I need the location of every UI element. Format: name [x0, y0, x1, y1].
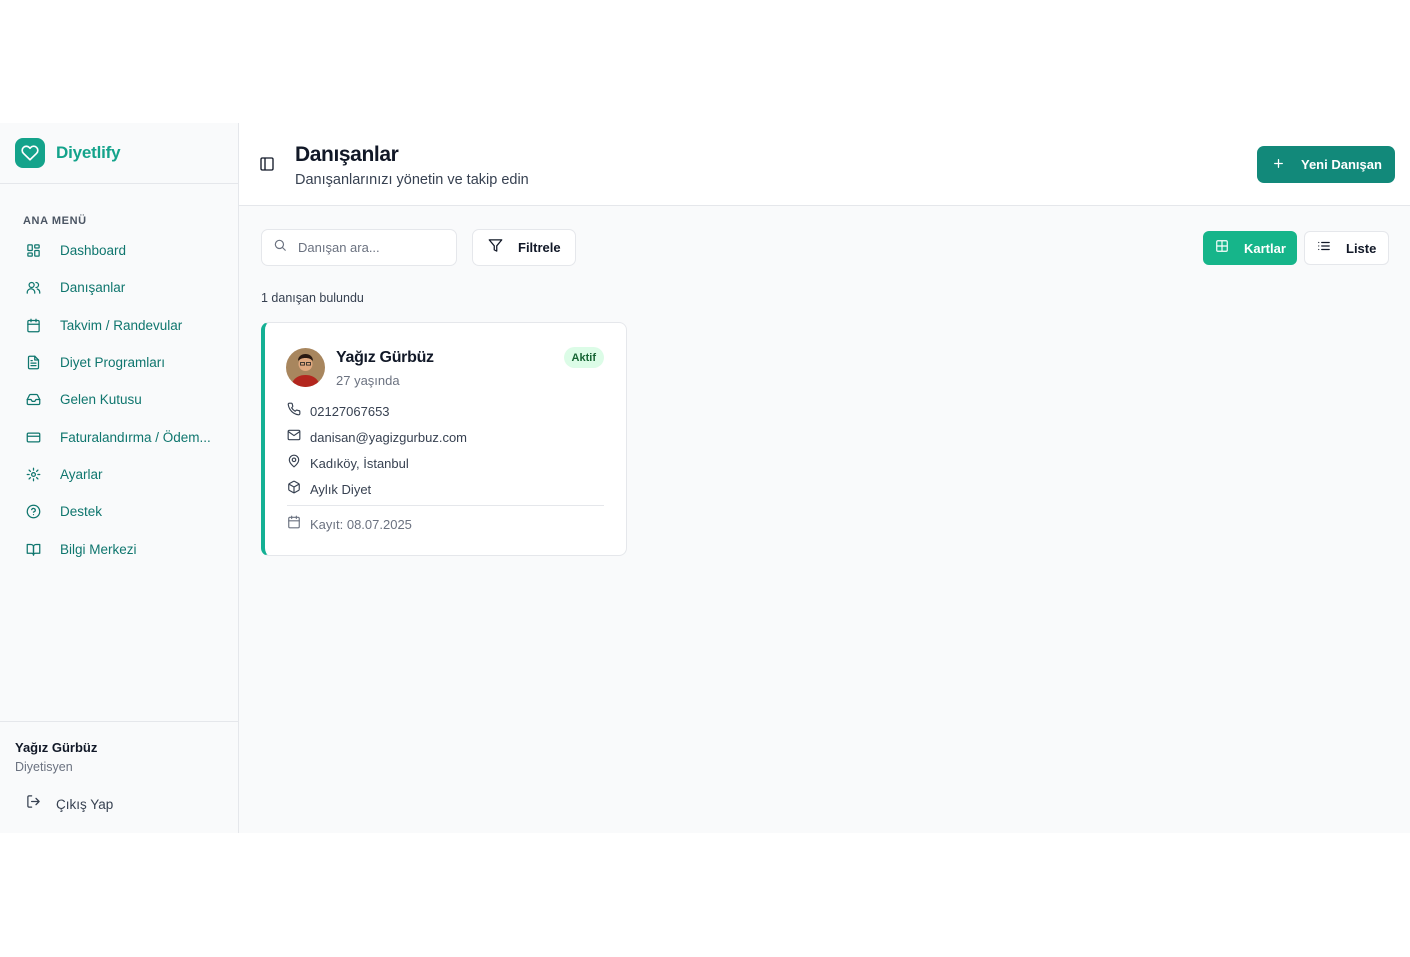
main-menu: Dashboard Danışanlar Takvim / Randevular…	[0, 232, 238, 568]
client-age: 27 yaşında	[336, 373, 400, 388]
sidebar-item-label: Dashboard	[60, 243, 127, 259]
sidebar-item-label: Takvim / Randevular	[60, 317, 183, 333]
card-divider	[287, 505, 604, 506]
new-client-button[interactable]: Yeni Danışan	[1257, 146, 1395, 183]
view-list-button[interactable]: Liste	[1304, 231, 1389, 265]
map-pin-icon	[287, 454, 301, 473]
gear-icon	[26, 467, 41, 482]
sidebar-item-label: Destek	[60, 504, 103, 520]
page-subtitle: Danışanlarınızı yönetin ve takip edin	[295, 172, 529, 188]
client-phone-row: 02127067653	[287, 402, 390, 421]
sidebar-footer: Yağız Gürbüz Diyetisyen Çıkış Yap	[0, 721, 238, 833]
grid-icon	[1215, 239, 1229, 258]
inbox-icon	[26, 392, 41, 407]
client-location: Kadıköy, İstanbul	[310, 456, 409, 471]
client-phone: 02127067653	[310, 404, 390, 419]
view-cards-label: Kartlar	[1244, 240, 1286, 256]
sidebar-item-calendar[interactable]: Takvim / Randevular	[0, 307, 238, 344]
client-name: Yağız Gürbüz	[336, 349, 434, 366]
sidebar-item-label: Diyet Programları	[60, 355, 166, 371]
user-role: Diyetisyen	[15, 760, 73, 774]
view-cards-button[interactable]: Kartlar	[1203, 231, 1297, 265]
package-icon	[287, 480, 301, 499]
sidebar-item-dashboard[interactable]: Dashboard	[0, 232, 238, 269]
client-email: danisan@yagizgurbuz.com	[310, 430, 468, 445]
client-package-row: Aylık Diyet	[287, 480, 371, 499]
mail-icon	[287, 428, 301, 447]
sidebar-item-diet-programs[interactable]: Diyet Programları	[0, 344, 238, 381]
filter-label: Filtrele	[518, 240, 561, 255]
status-badge: Aktif	[563, 347, 604, 368]
new-client-label: Yeni Danışan	[1301, 157, 1382, 172]
dashboard-icon	[26, 243, 41, 258]
users-icon	[26, 280, 41, 295]
sidebar-item-support[interactable]: Destek	[0, 493, 238, 530]
plus-icon	[1272, 157, 1285, 173]
brand[interactable]: Diyetlify	[0, 123, 238, 184]
sidebar-item-settings[interactable]: Ayarlar	[0, 456, 238, 493]
client-email-row: danisan@yagizgurbuz.com	[287, 428, 467, 447]
user-name: Yağız Gürbüz	[15, 740, 98, 755]
search-input[interactable]	[298, 240, 438, 255]
view-list-label: Liste	[1346, 240, 1377, 256]
search-icon	[273, 238, 287, 257]
logout-button[interactable]: Çıkış Yap	[26, 794, 238, 814]
sidebar-item-label: Gelen Kutusu	[60, 392, 142, 408]
brand-name: Diyetlify	[56, 143, 121, 162]
sidebar: Diyetlify ANA MENÜ Dashboard Danışanlar	[0, 123, 239, 833]
sidebar-item-label: Danışanlar	[60, 280, 126, 296]
search-box[interactable]	[261, 229, 457, 266]
list-icon	[1317, 239, 1331, 258]
menu-section-title: ANA MENÜ	[23, 215, 87, 227]
calendar-icon	[287, 515, 301, 534]
results-count: 1 danışan bulundu	[261, 291, 364, 305]
main-content: Danışanlar Danışanlarınızı yönetin ve ta…	[239, 123, 1410, 833]
sidebar-item-label: Bilgi Merkezi	[60, 541, 137, 557]
sidebar-item-inbox[interactable]: Gelen Kutusu	[0, 381, 238, 418]
logout-icon	[26, 794, 41, 814]
toolbar: Filtrele Kartlar Liste	[261, 229, 1389, 266]
book-icon	[26, 542, 41, 557]
client-registered-date: Kayıt: 08.07.2025	[310, 517, 412, 532]
client-package: Aylık Diyet	[310, 482, 372, 497]
credit-card-icon	[26, 430, 41, 445]
heart-logo-icon	[15, 138, 45, 168]
client-avatar	[286, 348, 325, 387]
client-card[interactable]: Yağız Gürbüz 27 yaşında Aktif 0212706765…	[261, 322, 627, 556]
client-location-row: Kadıköy, İstanbul	[287, 454, 409, 473]
sidebar-item-clients[interactable]: Danışanlar	[0, 269, 238, 306]
filter-icon	[488, 238, 503, 258]
logout-label: Çıkış Yap	[56, 796, 114, 812]
sidebar-item-knowledge-center[interactable]: Bilgi Merkezi	[0, 530, 238, 567]
sidebar-item-label: Faturalandırma / Ödem...	[60, 429, 211, 445]
sidebar-item-label: Ayarlar	[60, 466, 103, 482]
file-text-icon	[26, 355, 41, 370]
app-shell: Diyetlify ANA MENÜ Dashboard Danışanlar	[0, 123, 1410, 833]
sidebar-toggle-icon[interactable]	[259, 156, 275, 172]
phone-icon	[287, 402, 301, 421]
calendar-icon	[26, 318, 41, 333]
page-header: Danışanlar Danışanlarınızı yönetin ve ta…	[239, 123, 1410, 206]
sidebar-item-billing[interactable]: Faturalandırma / Ödem...	[0, 418, 238, 455]
client-registered-row: Kayıt: 08.07.2025	[287, 515, 412, 534]
page-title: Danışanlar	[295, 143, 399, 166]
filter-button[interactable]: Filtrele	[472, 229, 576, 266]
help-circle-icon	[26, 504, 41, 519]
